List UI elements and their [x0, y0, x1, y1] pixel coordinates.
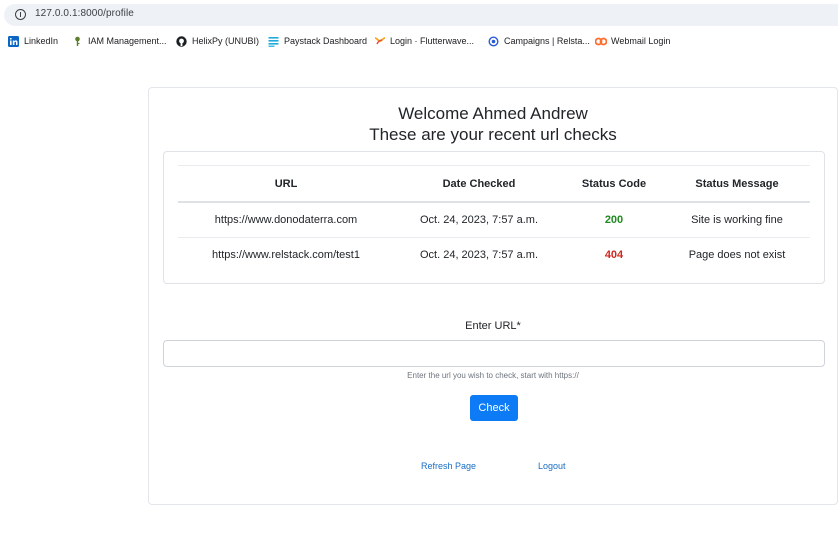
table-row: https://www.relstack.com/test1 Oct. 24, … — [178, 237, 810, 272]
bookmark-linkedin[interactable]: LinkedIn — [8, 31, 58, 51]
logout-link[interactable]: Logout — [538, 461, 566, 471]
url-help-text: Enter the url you wish to check, start w… — [407, 371, 579, 380]
bookmark-helixpy[interactable]: HelixPy (UNUBI) — [176, 31, 259, 51]
column-header-status-code: Status Code — [564, 165, 664, 203]
welcome-heading: Welcome Ahmed Andrew — [398, 104, 588, 123]
bookmark-flutterwave[interactable]: Login · Flutterwave... — [374, 31, 474, 51]
row-status-code: 404 — [564, 237, 664, 272]
row-status-message: Site is working fine — [664, 201, 810, 238]
bookmark-label: HelixPy (UNUBI) — [192, 36, 260, 46]
column-header-status-message: Status Message — [664, 165, 810, 203]
site-info-icon[interactable] — [15, 9, 26, 20]
row-status-code: 200 — [564, 201, 664, 238]
page-subtitle: These are your recent url checks — [369, 125, 617, 144]
column-header-url: URL — [178, 165, 394, 203]
row-url: https://www.relstack.com/test1 — [178, 237, 394, 272]
bookmark-iam[interactable]: IAM Management... — [72, 31, 167, 51]
bookmark-webmail[interactable]: Webmail Login — [594, 31, 671, 51]
key-icon — [72, 36, 83, 47]
url-field-label: Enter URL* — [465, 320, 521, 332]
profile-card — [148, 87, 838, 505]
bookmark-label: LinkedIn — [24, 36, 59, 46]
bookmark-label: Paystack Dashboard — [284, 36, 368, 46]
url-field[interactable]: 127.0.0.1:8000/profile — [4, 4, 838, 26]
url-text[interactable]: 127.0.0.1:8000/profile — [35, 8, 134, 19]
bookmark-label: Campaigns | Relsta... — [504, 36, 590, 46]
bookmark-campaigns[interactable]: Campaigns | Relsta... — [488, 31, 590, 51]
cpanel-icon — [594, 36, 608, 47]
bookmark-label: Webmail Login — [611, 36, 671, 46]
address-bar: 127.0.0.1:8000/profile — [0, 0, 838, 29]
flutterwave-icon — [374, 36, 386, 47]
refresh-page-link[interactable]: Refresh Page — [421, 461, 476, 471]
table-row: https://www.donodaterra.com Oct. 24, 202… — [178, 201, 810, 238]
column-header-date: Date Checked — [394, 165, 564, 203]
url-input[interactable] — [163, 340, 825, 367]
bookmark-paystack[interactable]: Paystack Dashboard — [268, 31, 367, 51]
row-date: Oct. 24, 2023, 7:57 a.m. — [394, 201, 564, 238]
bookmark-label: IAM Management... — [88, 36, 167, 46]
github-icon — [176, 35, 187, 47]
row-url: https://www.donodaterra.com — [178, 201, 394, 238]
relstack-icon — [488, 35, 499, 47]
row-status-message: Page does not exist — [664, 237, 810, 272]
bookmarks-bar: LinkedIn IAM Management... HelixPy (UNUB… — [0, 31, 838, 51]
bookmark-label: Login · Flutterwave... — [390, 36, 475, 46]
row-date: Oct. 24, 2023, 7:57 a.m. — [394, 237, 564, 272]
linkedin-icon — [8, 35, 19, 47]
paystack-icon — [268, 36, 279, 47]
table-header-row: URL Date Checked Status Code Status Mess… — [178, 165, 810, 203]
url-checks-table: URL Date Checked Status Code Status Mess… — [178, 165, 810, 272]
check-button[interactable]: Check — [470, 395, 518, 421]
